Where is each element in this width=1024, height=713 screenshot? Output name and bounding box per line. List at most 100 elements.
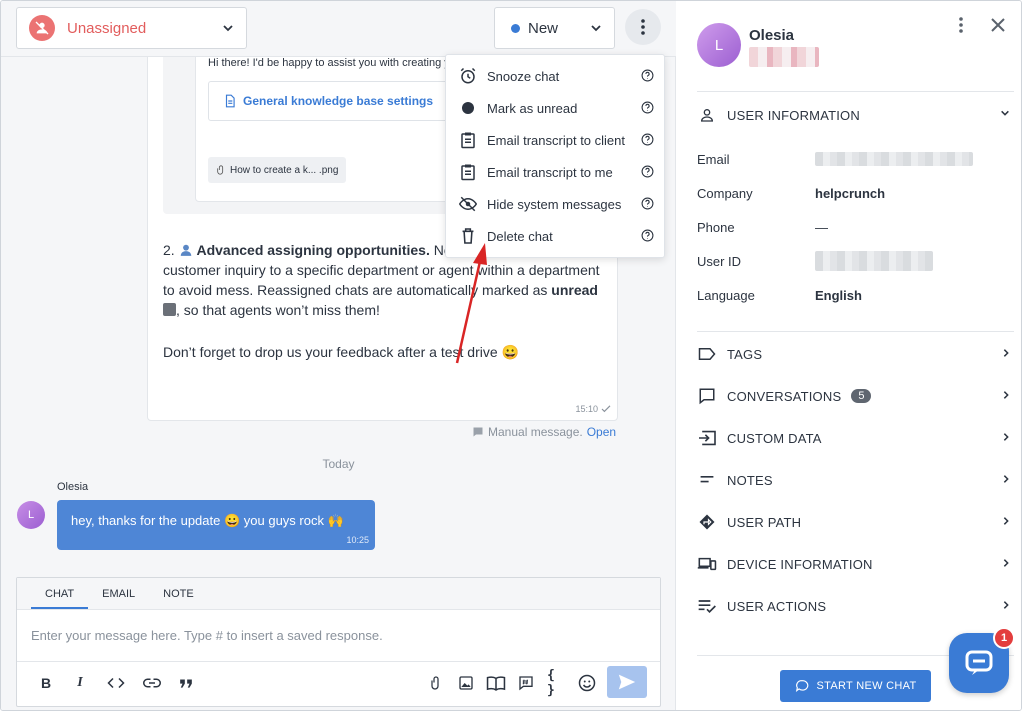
- saved-response-icon[interactable]: [517, 670, 535, 696]
- book-icon[interactable]: [485, 670, 507, 696]
- status-dropdown[interactable]: New: [494, 7, 615, 49]
- manual-message-note: Manual message. Open: [472, 425, 616, 439]
- help-circle-icon[interactable]: [641, 229, 654, 242]
- italic-icon[interactable]: I: [71, 670, 89, 696]
- chat-widget-icon: [965, 650, 993, 676]
- divider: [697, 331, 1014, 332]
- section-device-information[interactable]: DEVICE INFORMATION: [697, 552, 1014, 576]
- eye-off-icon: [459, 195, 477, 213]
- section-user-information[interactable]: USER INFORMATION: [697, 103, 1014, 127]
- menu-item-hide-system[interactable]: Hide system messages: [446, 188, 664, 220]
- assignee-dropdown[interactable]: Unassigned: [16, 7, 247, 49]
- list-check-icon: [697, 596, 717, 616]
- tab-email[interactable]: EMAIL: [88, 578, 149, 609]
- field-key: Email: [697, 151, 730, 167]
- chat-bubble-icon: [697, 386, 717, 406]
- status-label: New: [528, 19, 559, 37]
- bold-icon[interactable]: B: [37, 670, 55, 696]
- checkbox-emoji-icon: [163, 303, 176, 316]
- kebab-icon: [641, 19, 645, 35]
- menu-item-snooze[interactable]: Snooze chat: [446, 60, 664, 92]
- tab-note[interactable]: NOTE: [149, 578, 208, 609]
- section-custom-data[interactable]: CUSTOM DATA: [697, 426, 1014, 450]
- clipboard-icon: [459, 163, 477, 181]
- composer-tabs: CHAT EMAIL NOTE: [17, 578, 660, 610]
- redacted-subtitle: [749, 47, 819, 67]
- menu-item-mark-unread[interactable]: Mark as unread: [446, 92, 664, 124]
- paperclip-icon[interactable]: [427, 670, 445, 696]
- message-square-icon: [472, 426, 484, 438]
- paperclip-icon: [216, 164, 230, 176]
- section-conversations[interactable]: CONVERSATIONS 5: [697, 384, 1014, 408]
- user-icon: [697, 105, 717, 125]
- section-label: CUSTOM DATA: [727, 430, 822, 446]
- braces-icon[interactable]: { }: [547, 668, 567, 698]
- chevron-right-icon: [1002, 390, 1010, 400]
- para2-bold: Advanced assigning opportunities.: [196, 242, 430, 258]
- help-circle-icon[interactable]: [641, 101, 654, 114]
- chevron-right-icon: [1002, 432, 1010, 442]
- menu-item-label: Email transcript to me: [487, 164, 613, 180]
- quote-icon[interactable]: [177, 670, 195, 696]
- profile-more-button[interactable]: [959, 17, 963, 33]
- devices-icon: [697, 554, 717, 574]
- chevron-right-icon: [1002, 516, 1010, 526]
- field-value[interactable]: helpcrunch: [815, 186, 885, 201]
- chat-pane: Hi there! I'd be happy to assist you wit…: [1, 1, 676, 710]
- attachment-name: How to create a k... .png: [230, 164, 339, 176]
- status-dot-icon: [511, 23, 520, 33]
- section-notes[interactable]: NOTES: [697, 468, 1014, 492]
- assignee-label: Unassigned: [67, 19, 147, 37]
- chevron-right-icon: [1002, 348, 1010, 358]
- image-icon[interactable]: [457, 670, 475, 696]
- chevron-right-icon: [1002, 558, 1010, 568]
- start-new-chat-button[interactable]: START NEW CHAT: [780, 670, 931, 702]
- field-email: Email: [697, 149, 1014, 169]
- quoted-greeting: Hi there! I'd be happy to assist you wit…: [208, 57, 448, 69]
- field-value[interactable]: English: [815, 288, 862, 303]
- field-value[interactable]: —: [815, 220, 828, 235]
- emoji-icon[interactable]: [577, 670, 597, 696]
- section-user-path[interactable]: USER PATH: [697, 510, 1014, 534]
- message-paragraph-3: Don’t forget to drop us your feedback af…: [163, 344, 519, 360]
- field-key: User ID: [697, 253, 742, 269]
- code-icon[interactable]: [105, 670, 127, 696]
- start-new-chat-label: START NEW CHAT: [816, 680, 917, 692]
- menu-item-transcript-client[interactable]: Email transcript to client: [446, 124, 664, 156]
- field-phone: Phone —: [697, 217, 1014, 237]
- section-user-actions[interactable]: USER ACTIONS: [697, 594, 1014, 618]
- open-link[interactable]: Open: [587, 425, 616, 439]
- message-time: 15:10: [575, 404, 611, 414]
- help-circle-icon[interactable]: [641, 165, 654, 178]
- sender-avatar: L: [17, 501, 45, 529]
- message-input[interactable]: Enter your message here. Type # to inser…: [17, 610, 660, 662]
- field-user-id: User ID: [697, 251, 1014, 271]
- send-button[interactable]: [607, 666, 647, 698]
- user-avatar: L: [697, 23, 741, 67]
- link-icon[interactable]: [141, 670, 163, 696]
- field-company: Company helpcrunch: [697, 183, 1014, 203]
- chevron-right-icon: [1002, 474, 1010, 484]
- chevron-right-icon: [1002, 600, 1010, 610]
- chevron-down-icon: [222, 24, 234, 32]
- chat-bubble-icon: [795, 679, 809, 693]
- section-tags[interactable]: TAGS: [697, 342, 1014, 366]
- incoming-message-text: hey, thanks for the update 😀 you guys ro…: [71, 513, 344, 528]
- dot-icon: [459, 99, 477, 117]
- day-divider: Today: [322, 457, 355, 471]
- help-circle-icon[interactable]: [641, 69, 654, 82]
- para2-text2: , so that agents won’t miss them!: [176, 302, 380, 318]
- help-circle-icon[interactable]: [641, 197, 654, 210]
- tab-chat[interactable]: CHAT: [31, 578, 89, 609]
- attachment-chip[interactable]: How to create a k... .png: [208, 157, 347, 183]
- menu-item-label: Mark as unread: [487, 100, 578, 116]
- close-icon[interactable]: [990, 17, 1006, 33]
- app-window: Hi there! I'd be happy to assist you wit…: [0, 0, 1022, 711]
- menu-item-transcript-me[interactable]: Email transcript to me: [446, 156, 664, 188]
- section-label: USER INFORMATION: [727, 107, 860, 123]
- field-key: Language: [697, 287, 755, 303]
- incoming-message-bubble: hey, thanks for the update 😀 you guys ro…: [57, 500, 375, 550]
- kb-settings-link[interactable]: General knowledge base settings: [208, 81, 458, 121]
- help-circle-icon[interactable]: [641, 133, 654, 146]
- more-actions-button[interactable]: [625, 9, 661, 45]
